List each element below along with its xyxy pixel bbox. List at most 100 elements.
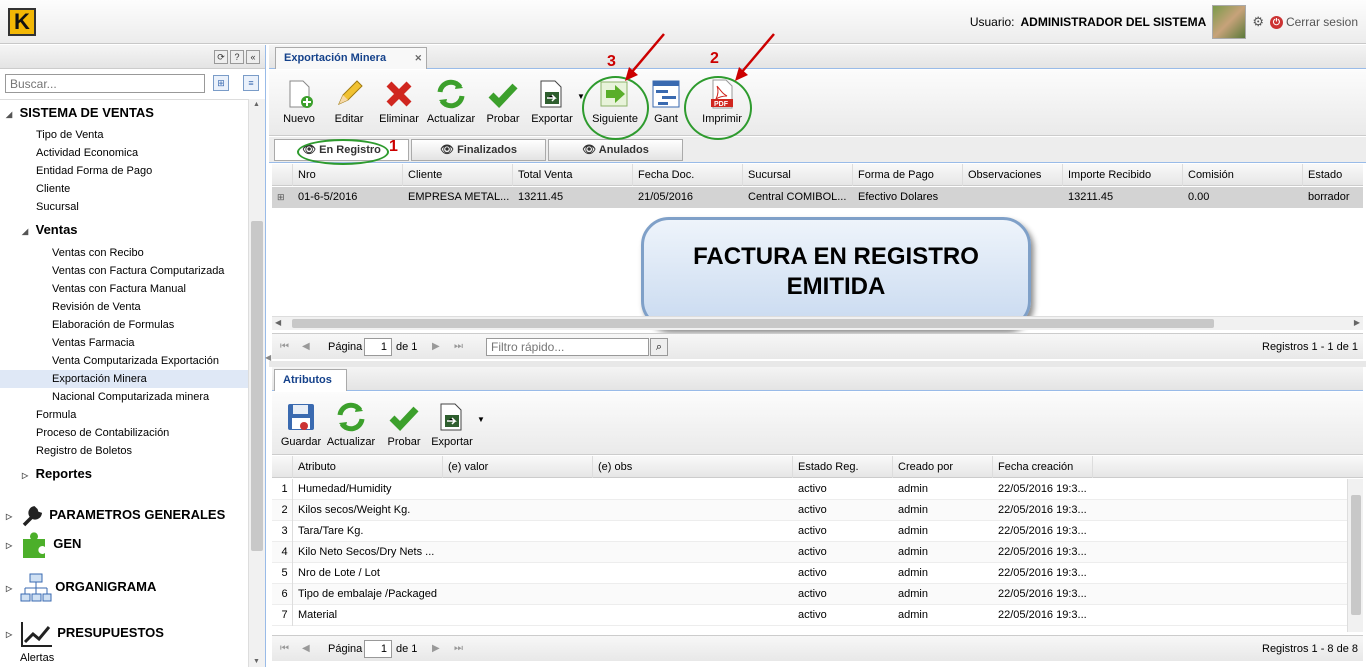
logout-link[interactable]: ⏻ Cerrar sesion bbox=[1269, 15, 1358, 29]
nuevo-button[interactable]: Nuevo bbox=[274, 78, 324, 125]
tree-item[interactable]: ▷ ORGANIGRAMA bbox=[6, 572, 248, 602]
tree-item[interactable]: ▷ GEN bbox=[6, 530, 248, 558]
eliminar-button[interactable]: Eliminar bbox=[374, 78, 424, 125]
column-header[interactable]: Estado Reg. bbox=[793, 456, 893, 478]
probar-button[interactable]: Probar bbox=[478, 78, 528, 125]
tree-item[interactable]: Registro de Boletos bbox=[0, 442, 248, 460]
column-header[interactable]: (e) valor bbox=[443, 456, 593, 478]
table-row[interactable]: 5 Nro de Lote / Lot activo admin 22/05/2016 … bbox=[272, 563, 1347, 584]
exportar-button[interactable]: Exportar ▼ bbox=[427, 401, 485, 448]
editar-button[interactable]: Editar bbox=[324, 78, 374, 125]
search-options-icon[interactable]: ⊞ bbox=[213, 75, 229, 91]
column-header[interactable]: Atributo bbox=[293, 456, 443, 478]
column-header[interactable]: Comisión bbox=[1183, 164, 1303, 186]
actualizar-button[interactable]: Actualizar bbox=[426, 78, 476, 125]
column-header[interactable]: Total Venta bbox=[513, 164, 633, 186]
tab-finalizados[interactable]: 👁 Finalizados bbox=[411, 139, 546, 161]
avatar[interactable] bbox=[1212, 5, 1247, 39]
sidebar-scrollbar[interactable]: ▲ ▼ bbox=[248, 99, 265, 667]
dropdown-arrow-icon[interactable]: ▼ bbox=[477, 415, 485, 424]
scroll-thumb[interactable] bbox=[1351, 495, 1361, 615]
tree-item[interactable]: ▷ PRESUPUESTOS bbox=[6, 618, 248, 648]
tree-item[interactable]: ▷ Reportes bbox=[0, 465, 248, 483]
list-view-icon[interactable]: ≡ bbox=[243, 75, 259, 91]
last-page-icon[interactable]: ⏭ bbox=[454, 341, 463, 352]
search-input[interactable] bbox=[5, 74, 205, 93]
search-icon[interactable]: ⌕ bbox=[650, 338, 668, 356]
table-row[interactable]: 7 Material activo admin 22/05/2016 19:3... bbox=[272, 605, 1347, 626]
tree-item-selected[interactable]: Exportación Minera bbox=[0, 370, 248, 388]
scroll-down-icon[interactable]: ▼ bbox=[253, 658, 260, 665]
probar-button[interactable]: Probar bbox=[379, 401, 429, 448]
scroll-thumb[interactable] bbox=[292, 319, 1214, 328]
tree-item[interactable]: Tipo de Venta bbox=[0, 126, 248, 144]
prev-page-icon[interactable]: ◀ bbox=[302, 341, 310, 352]
tree-item[interactable]: Cliente bbox=[0, 180, 248, 198]
close-icon[interactable]: ✕ bbox=[414, 48, 422, 68]
table-row[interactable]: 1 Humedad/Humidity activo admin 22/05/2016 1… bbox=[272, 479, 1347, 500]
horizontal-scrollbar[interactable]: ◀ ▶ bbox=[272, 316, 1363, 330]
quick-filter-input[interactable] bbox=[486, 338, 649, 356]
prev-page-icon[interactable]: ◀ bbox=[302, 643, 310, 654]
first-page-icon[interactable]: ⏮ bbox=[280, 643, 289, 654]
tree-item[interactable]: ◢ Ventas bbox=[0, 221, 248, 239]
tree-item[interactable]: Nacional Computarizada minera bbox=[0, 388, 248, 406]
app-logo[interactable]: K bbox=[8, 8, 36, 36]
table-row[interactable]: 4 Kilo Neto Secos/Dry Nets ... activo admin… bbox=[272, 542, 1347, 563]
tab-anulados[interactable]: 👁 Anulados bbox=[548, 139, 683, 161]
first-page-icon[interactable]: ⏮ bbox=[280, 341, 289, 352]
page-input[interactable]: 1 bbox=[364, 338, 392, 356]
tree-item[interactable]: ◢ SISTEMA DE VENTAS bbox=[6, 104, 248, 122]
details-scrollbar[interactable] bbox=[1347, 479, 1363, 632]
column-header[interactable]: Fecha creación bbox=[993, 456, 1093, 478]
last-page-icon[interactable]: ⏭ bbox=[454, 643, 463, 654]
tree-item[interactable]: Ventas con Factura Computarizada bbox=[0, 262, 248, 280]
tree-item[interactable]: Sucursal bbox=[0, 198, 248, 216]
column-header[interactable]: Forma de Pago bbox=[853, 164, 963, 186]
exportar-button[interactable]: Exportar ▼ bbox=[527, 78, 585, 125]
next-page-icon[interactable]: ▶ bbox=[432, 643, 440, 654]
tree-item[interactable]: Actividad Economica bbox=[0, 144, 248, 162]
table-row[interactable]: 3 Tara/Tare Kg. activo admin 22/05/2016 19:3… bbox=[272, 521, 1347, 542]
column-header[interactable]: Creado por bbox=[893, 456, 993, 478]
expand-plus-icon[interactable]: ⊞ bbox=[272, 187, 293, 208]
tree-item[interactable]: Ventas Farmacia bbox=[0, 334, 248, 352]
scroll-thumb[interactable] bbox=[251, 221, 263, 551]
column-header[interactable]: Estado bbox=[1303, 164, 1363, 186]
tree-item[interactable]: Entidad Forma de Pago bbox=[0, 162, 248, 180]
column-header[interactable]: Cliente bbox=[403, 164, 513, 186]
tab-exportacion-minera[interactable]: Exportación Minera ✕ bbox=[275, 47, 427, 69]
tree-item[interactable]: Venta Computarizada Exportación bbox=[0, 352, 248, 370]
tree-item[interactable]: Elaboración de Formulas bbox=[0, 316, 248, 334]
scroll-left-icon[interactable]: ◀ bbox=[275, 318, 281, 327]
tree-item[interactable]: Ventas con Factura Manual bbox=[0, 280, 248, 298]
next-page-icon[interactable]: ▶ bbox=[432, 341, 440, 352]
actualizar-button[interactable]: Actualizar bbox=[326, 401, 376, 448]
column-header[interactable]: Sucursal bbox=[743, 164, 853, 186]
tab-atributos[interactable]: Atributos bbox=[274, 369, 347, 391]
tree-item[interactable]: ▷ PARAMETROS GENERALES bbox=[6, 502, 248, 528]
help-icon[interactable]: ? bbox=[230, 50, 244, 64]
refresh-icon[interactable]: ⟳ bbox=[214, 50, 228, 64]
tree-item[interactable]: Alertas bbox=[0, 649, 248, 667]
tree-item[interactable]: Revisión de Venta bbox=[0, 298, 248, 316]
tree-item[interactable]: Formula bbox=[0, 406, 248, 424]
scroll-up-icon[interactable]: ▲ bbox=[253, 101, 260, 108]
guardar-button[interactable]: Guardar bbox=[276, 401, 326, 448]
column-header[interactable]: (e) obs bbox=[593, 456, 793, 478]
page-input[interactable]: 1 bbox=[364, 640, 392, 658]
column-header[interactable]: Fecha Doc. bbox=[633, 164, 743, 186]
collapse-icon[interactable]: « bbox=[246, 50, 260, 64]
tree-item[interactable]: Ventas con Recibo bbox=[0, 244, 248, 262]
column-header[interactable]: Importe Recibido bbox=[1063, 164, 1183, 186]
collapse-left-icon[interactable]: ◀ bbox=[265, 353, 271, 362]
scroll-right-icon[interactable]: ▶ bbox=[1354, 318, 1360, 327]
table-row[interactable]: ⊞ 01-6-5/2016 EMPRESA METAL... 13211.45 … bbox=[272, 187, 1363, 208]
column-header[interactable]: Observaciones bbox=[963, 164, 1063, 186]
sidebar: ⟳ ? « ⊞ ≡ ◢ SISTEMA DE VENTAS Tipo de Ve… bbox=[0, 45, 266, 667]
column-header[interactable]: Nro bbox=[293, 164, 403, 186]
table-row[interactable]: 2 Kilos secos/Weight Kg. activo admin 22/05/… bbox=[272, 500, 1347, 521]
tree-item[interactable]: Proceso de Contabilización bbox=[0, 424, 248, 442]
table-row[interactable]: 6 Tipo de embalaje /Packaged activo admin 22… bbox=[272, 584, 1347, 605]
settings-icon[interactable]: ⚙ bbox=[1252, 14, 1264, 30]
